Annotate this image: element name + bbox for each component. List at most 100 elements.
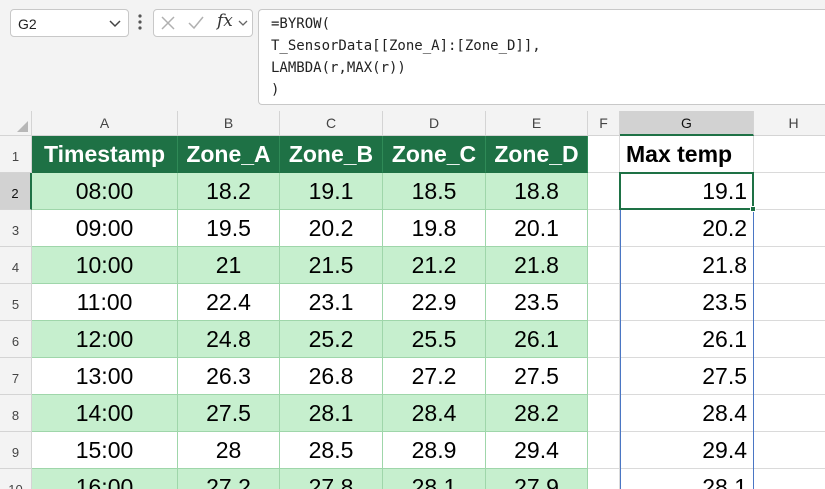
cell[interactable] — [588, 247, 620, 284]
zone-value-cell[interactable]: 27.9 — [486, 469, 588, 489]
cell[interactable] — [588, 136, 620, 173]
timestamp-cell[interactable]: 08:00 — [32, 173, 178, 210]
cell[interactable] — [754, 432, 825, 469]
insert-function-icon[interactable]: fx — [217, 11, 233, 31]
zone-value-cell[interactable]: 18.5 — [383, 173, 486, 210]
max-temp-cell[interactable]: 26.1 — [620, 321, 754, 358]
cell[interactable] — [754, 395, 825, 432]
chevron-down-icon[interactable] — [108, 16, 122, 30]
zone-value-cell[interactable]: 18.2 — [178, 173, 280, 210]
cell[interactable] — [754, 210, 825, 247]
timestamp-cell[interactable]: 10:00 — [32, 247, 178, 284]
timestamp-cell[interactable]: 16:00 — [32, 469, 178, 489]
max-temp-cell[interactable]: 21.8 — [620, 247, 754, 284]
zone-value-cell[interactable]: 21.5 — [280, 247, 383, 284]
cell[interactable] — [754, 321, 825, 358]
row-header-7[interactable]: 7 — [0, 358, 32, 395]
name-box[interactable]: G2 — [10, 9, 129, 37]
timestamp-cell[interactable]: 11:00 — [32, 284, 178, 321]
timestamp-cell[interactable]: 13:00 — [32, 358, 178, 395]
zone-value-cell[interactable]: 27.2 — [383, 358, 486, 395]
zone-value-cell[interactable]: 22.4 — [178, 284, 280, 321]
zone-value-cell[interactable]: 19.1 — [280, 173, 383, 210]
zone-value-cell[interactable]: 27.2 — [178, 469, 280, 489]
max-temp-cell[interactable]: 29.4 — [620, 432, 754, 469]
zone-value-cell[interactable]: 28.9 — [383, 432, 486, 469]
zone-value-cell[interactable]: 28.1 — [383, 469, 486, 489]
row-header-1[interactable]: 1 — [0, 136, 32, 173]
max-temp-cell[interactable]: 27.5 — [620, 358, 754, 395]
column-header-g[interactable]: G — [620, 111, 754, 136]
cell[interactable] — [588, 284, 620, 321]
cell[interactable] — [588, 210, 620, 247]
column-header-h[interactable]: H — [754, 111, 825, 136]
row-header-3[interactable]: 3 — [0, 210, 32, 247]
zone-value-cell[interactable]: 21.2 — [383, 247, 486, 284]
cancel-icon[interactable] — [160, 15, 176, 31]
row-header-2[interactable]: 2 — [0, 173, 32, 210]
row-header-10[interactable]: 10 — [0, 469, 32, 489]
zone-value-cell[interactable]: 22.9 — [383, 284, 486, 321]
enter-icon[interactable] — [187, 15, 205, 31]
zone-value-cell[interactable]: 28.5 — [280, 432, 383, 469]
cell[interactable] — [754, 247, 825, 284]
cell[interactable] — [588, 173, 620, 210]
cell[interactable] — [588, 321, 620, 358]
timestamp-cell[interactable]: 15:00 — [32, 432, 178, 469]
zone-value-cell[interactable]: 28.4 — [383, 395, 486, 432]
cell[interactable] — [588, 358, 620, 395]
column-header-a[interactable]: A — [32, 111, 178, 136]
zone-value-cell[interactable]: 24.8 — [178, 321, 280, 358]
cell[interactable] — [588, 469, 620, 489]
zone-value-cell[interactable]: 28.1 — [280, 395, 383, 432]
row-header-9[interactable]: 9 — [0, 432, 32, 469]
cell[interactable] — [754, 284, 825, 321]
zone-value-cell[interactable]: 28 — [178, 432, 280, 469]
zone-value-cell[interactable]: 26.8 — [280, 358, 383, 395]
fill-handle[interactable] — [750, 206, 756, 212]
formula-input[interactable]: =BYROW( T_SensorData[[Zone_A]:[Zone_D]],… — [258, 9, 825, 105]
column-header-b[interactable]: B — [178, 111, 280, 136]
zone-value-cell[interactable]: 18.8 — [486, 173, 588, 210]
row-header-5[interactable]: 5 — [0, 284, 32, 321]
row-header-8[interactable]: 8 — [0, 395, 32, 432]
column-header-d[interactable]: D — [383, 111, 486, 136]
timestamp-cell[interactable]: 14:00 — [32, 395, 178, 432]
column-header-e[interactable]: E — [486, 111, 588, 136]
timestamp-cell[interactable]: 12:00 — [32, 321, 178, 358]
zone-value-cell[interactable]: 25.2 — [280, 321, 383, 358]
column-header-c[interactable]: C — [280, 111, 383, 136]
max-temp-header[interactable]: Max temp — [620, 136, 754, 173]
table-header-cell[interactable]: Zone_A — [178, 136, 280, 173]
table-header-cell[interactable]: Timestamp — [32, 136, 178, 173]
zone-value-cell[interactable]: 27.8 — [280, 469, 383, 489]
table-header-cell[interactable]: Zone_D — [486, 136, 588, 173]
zone-value-cell[interactable]: 28.2 — [486, 395, 588, 432]
cell[interactable] — [754, 358, 825, 395]
max-temp-cell[interactable]: 28.4 — [620, 395, 754, 432]
timestamp-cell[interactable]: 09:00 — [32, 210, 178, 247]
zone-value-cell[interactable]: 27.5 — [178, 395, 280, 432]
max-temp-cell[interactable]: 23.5 — [620, 284, 754, 321]
zone-value-cell[interactable]: 25.5 — [383, 321, 486, 358]
column-header-f[interactable]: F — [588, 111, 620, 136]
row-header-4[interactable]: 4 — [0, 247, 32, 284]
zone-value-cell[interactable]: 26.3 — [178, 358, 280, 395]
max-temp-cell[interactable]: 20.2 — [620, 210, 754, 247]
zone-value-cell[interactable]: 21 — [178, 247, 280, 284]
zone-value-cell[interactable]: 19.8 — [383, 210, 486, 247]
more-options-icon[interactable] — [136, 12, 144, 32]
table-header-cell[interactable]: Zone_C — [383, 136, 486, 173]
zone-value-cell[interactable]: 20.1 — [486, 210, 588, 247]
zone-value-cell[interactable]: 29.4 — [486, 432, 588, 469]
zone-value-cell[interactable]: 23.5 — [486, 284, 588, 321]
select-all-button[interactable] — [0, 111, 32, 136]
cell[interactable] — [754, 136, 825, 173]
zone-value-cell[interactable]: 21.8 — [486, 247, 588, 284]
zone-value-cell[interactable]: 19.5 — [178, 210, 280, 247]
max-temp-cell[interactable]: 28.1 — [620, 469, 754, 489]
cell[interactable] — [588, 432, 620, 469]
cell[interactable] — [754, 173, 825, 210]
zone-value-cell[interactable]: 23.1 — [280, 284, 383, 321]
chevron-down-icon[interactable] — [238, 18, 248, 28]
